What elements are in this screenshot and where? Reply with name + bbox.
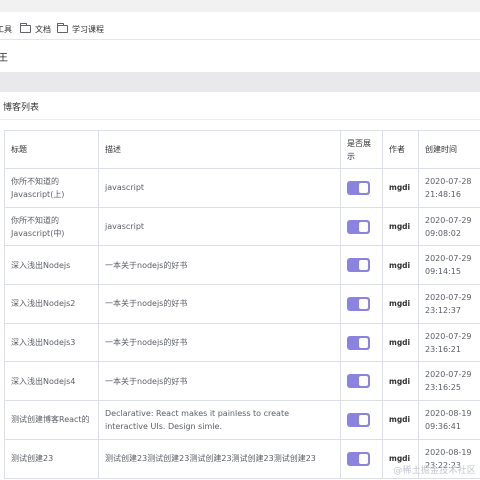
cell-desc: javascript xyxy=(98,168,341,208)
table-row: 深入浅出Nodejs2 一本关于nodejs的好书 mgdi 2020-07-2… xyxy=(4,284,480,324)
cell-title: 测试创建博客React的 xyxy=(4,400,99,440)
show-toggle[interactable] xyxy=(347,219,370,234)
cell-created: 2020-08-19 09:36:41 xyxy=(418,400,480,440)
bookmarks-bar: 工具 文档 学习课程 xyxy=(0,0,480,40)
cell-show xyxy=(340,284,383,324)
cell-show xyxy=(340,207,383,247)
show-toggle[interactable] xyxy=(347,374,370,389)
cell-title: 深入浅出Nodejs xyxy=(4,245,99,286)
cell-created: 2020-07-29 09:14:15 xyxy=(418,245,480,286)
show-toggle[interactable] xyxy=(347,451,370,466)
cell-author: mgdi xyxy=(382,323,419,363)
toggle-knob xyxy=(359,337,368,348)
cell-created: 2020-07-28 21:48:16 xyxy=(418,168,480,208)
cell-show xyxy=(340,439,383,479)
table-row: 测试创建博客React的 Declarative: React makes it… xyxy=(4,400,480,440)
bookmark-label: 工具 xyxy=(0,24,12,34)
table-row: 你所不知道的Javascript(上) javascript mgdi 2020… xyxy=(4,168,480,208)
cell-created: 2020-07-29 09:08:02 xyxy=(418,207,480,247)
page-header: 王 xyxy=(0,40,480,72)
cell-desc: javascript xyxy=(98,207,341,247)
show-toggle[interactable] xyxy=(347,296,370,311)
cell-author: mgdi xyxy=(382,400,419,440)
cell-author: mgdi xyxy=(382,168,419,208)
cell-desc: 一本关于nodejs的好书 xyxy=(98,323,341,363)
cell-created: 2020-07-29 23:12:37 xyxy=(418,284,480,324)
cell-desc: 一本关于nodejs的好书 xyxy=(98,361,341,402)
show-toggle[interactable] xyxy=(347,180,370,195)
cell-show xyxy=(340,361,383,402)
folder-icon xyxy=(57,23,68,33)
card-title: 博客列表 xyxy=(3,103,40,113)
show-toggle[interactable] xyxy=(347,412,370,427)
browser-toolbar-edge xyxy=(0,0,480,12)
column-header-desc: 描述 xyxy=(98,130,341,169)
cell-title: 深入浅出Nodejs3 xyxy=(4,323,99,363)
cell-show xyxy=(340,168,383,208)
blog-table: 标题 描述 是否展示 作者 创建时间 你所不知道的Javascript(上) j… xyxy=(4,130,480,479)
bookmark-label: 文档 xyxy=(35,24,51,34)
cell-title: 你所不知道的Javascript(中) xyxy=(4,207,99,247)
bookmark-tools[interactable]: 工具 xyxy=(0,22,12,36)
cell-author: mgdi xyxy=(382,284,419,324)
toggle-knob xyxy=(359,414,368,425)
breadcrumb[interactable]: 王 xyxy=(0,49,8,64)
toggle-knob xyxy=(359,298,368,309)
cell-title: 测试创建23 xyxy=(4,439,99,479)
cell-desc: Declarative: React makes it painless to … xyxy=(98,400,341,440)
table-row: 你所不知道的Javascript(中) javascript mgdi 2020… xyxy=(4,207,480,247)
column-header-show: 是否展示 xyxy=(340,130,383,169)
bookmark-label: 学习课程 xyxy=(72,24,104,34)
show-toggle[interactable] xyxy=(347,258,370,273)
cell-created: 2020-07-29 23:16:25 xyxy=(418,361,480,402)
column-header-title: 标题 xyxy=(4,130,99,169)
toggle-knob xyxy=(359,182,368,193)
toggle-knob xyxy=(359,260,368,271)
cell-title: 深入浅出Nodejs4 xyxy=(4,361,99,402)
divider xyxy=(0,119,480,120)
toggle-knob xyxy=(359,221,368,232)
cell-desc: 测试创建23测试创建23测试创建23测试创建23测试创建23 xyxy=(98,439,341,479)
column-header-author: 作者 xyxy=(382,130,419,169)
cell-title: 你所不知道的Javascript(上) xyxy=(4,168,99,208)
column-header-created: 创建时间 xyxy=(418,130,480,169)
bookmark-courses[interactable]: 学习课程 xyxy=(57,22,104,36)
cell-show xyxy=(340,245,383,286)
header-band xyxy=(0,72,480,92)
cell-show xyxy=(340,323,383,363)
cell-author: mgdi xyxy=(382,207,419,247)
watermark: @稀土掘金技术社区 xyxy=(393,466,476,476)
cell-author: mgdi xyxy=(382,245,419,286)
show-toggle[interactable] xyxy=(347,335,370,350)
toggle-knob xyxy=(359,376,368,387)
bookmark-docs[interactable]: 文档 xyxy=(20,22,51,36)
cell-show xyxy=(340,400,383,440)
table-header-row: 标题 描述 是否展示 作者 创建时间 xyxy=(4,130,480,169)
toggle-knob xyxy=(359,453,368,464)
cell-title: 深入浅出Nodejs2 xyxy=(4,284,99,324)
cell-desc: 一本关于nodejs的好书 xyxy=(98,284,341,324)
cell-author: mgdi xyxy=(382,361,419,402)
table-row: 深入浅出Nodejs3 一本关于nodejs的好书 mgdi 2020-07-2… xyxy=(4,323,480,363)
table-row: 深入浅出Nodejs 一本关于nodejs的好书 mgdi 2020-07-29… xyxy=(4,245,480,286)
cell-created: 2020-07-29 23:16:21 xyxy=(418,323,480,363)
folder-icon xyxy=(20,23,31,33)
cell-desc: 一本关于nodejs的好书 xyxy=(98,245,341,286)
table-row: 深入浅出Nodejs4 一本关于nodejs的好书 mgdi 2020-07-2… xyxy=(4,361,480,402)
